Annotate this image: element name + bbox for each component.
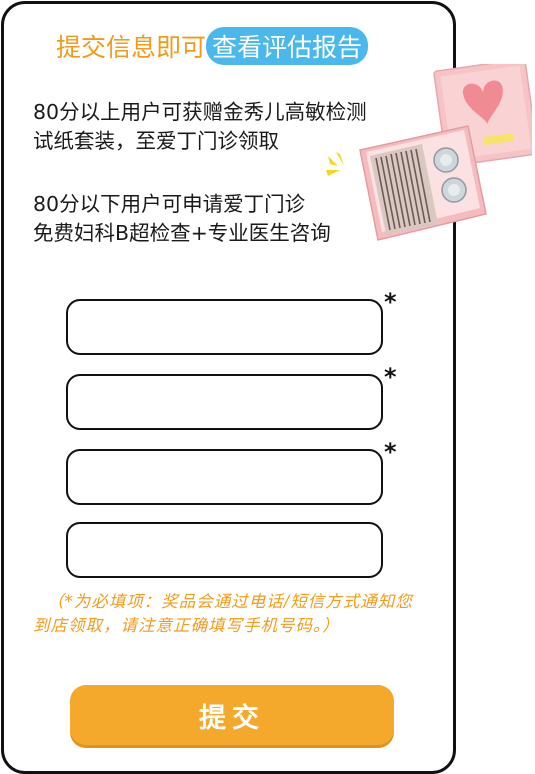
required-mark-3: * [384, 438, 397, 466]
product-box-image [359, 64, 532, 241]
reward-info-high-line1: 80分以上用户可获赠金秀儿高敏检测 [33, 100, 367, 124]
reward-info-low-line1: 80分以下用户可申请爱丁门诊 [33, 192, 306, 216]
submit-button[interactable]: 提交 [70, 685, 394, 745]
reward-info-low: 80分以下用户可申请爱丁门诊 免费妇科B超检查+专业医生咨询 [33, 190, 331, 248]
required-mark-1: * [384, 288, 397, 316]
form-input-2[interactable] [68, 376, 381, 428]
reward-info-low-line2: 免费妇科B超检查+专业医生咨询 [33, 221, 331, 245]
required-note-text: （*为必填项：奖品会通过电话/短信方式通知您到店领取，请注意正确填写手机号码。） [33, 592, 413, 635]
form-input-3[interactable] [68, 451, 381, 503]
form-field-3[interactable] [66, 449, 383, 505]
title-plain: 提交信息即可 [56, 33, 207, 62]
reward-info-high: 80分以上用户可获赠金秀儿高敏检测 试纸套装，至爱丁门诊领取 [33, 98, 367, 156]
form-field-2[interactable] [66, 374, 383, 430]
form-input-1[interactable] [68, 301, 381, 353]
page-title: 提交信息即可 查看评估报告 [56, 27, 369, 65]
required-mark-2: * [384, 363, 397, 391]
sparkle-icon [326, 152, 344, 176]
required-note: （*为必填项：奖品会通过电话/短信方式通知您到店领取，请注意正确填写手机号码。） [33, 590, 428, 638]
form-field-1[interactable] [66, 299, 383, 355]
title-highlight: 查看评估报告 [206, 27, 369, 65]
reward-info-high-line2: 试纸套装，至爱丁门诊领取 [33, 129, 279, 153]
form-input-4[interactable] [68, 524, 381, 576]
form-field-4[interactable] [66, 522, 383, 578]
